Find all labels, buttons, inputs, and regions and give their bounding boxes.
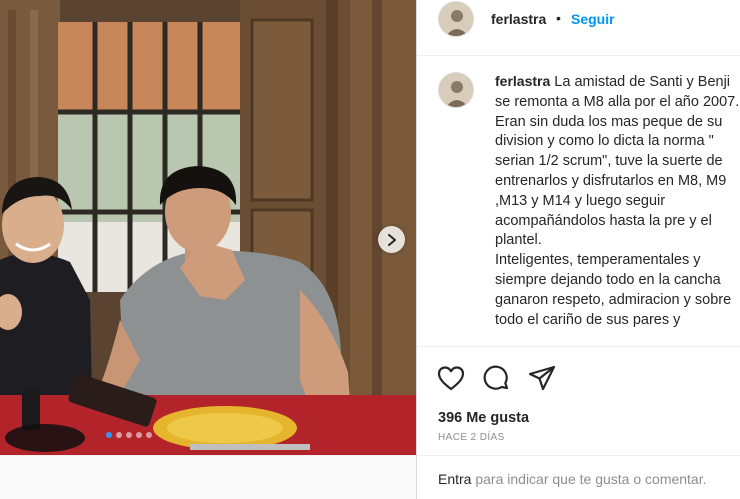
author-username[interactable]: ferlastra <box>491 11 546 27</box>
comment-bubble-icon <box>483 365 509 390</box>
author-avatar[interactable] <box>438 1 474 37</box>
carousel-dot <box>126 432 132 438</box>
action-bar <box>417 346 740 406</box>
carousel-indicator <box>106 432 152 438</box>
likes-count[interactable]: 396 Me gusta <box>438 410 529 426</box>
carousel-dot <box>116 432 122 438</box>
post-header: ferlastra • Seguir <box>417 0 740 56</box>
heart-icon <box>437 366 465 391</box>
chevron-right-icon <box>387 233 396 246</box>
carousel-dot <box>136 432 142 438</box>
carousel-dot <box>106 432 112 438</box>
avatar-image <box>439 73 473 107</box>
caption-text: La amistad de Santi y Benji se remonta a… <box>495 74 740 328</box>
login-prompt-text: para indicar que te gusta o comentar. <box>471 471 707 487</box>
caption-author-avatar[interactable] <box>438 72 474 108</box>
photo-footer-area <box>0 455 416 499</box>
comment-button[interactable] <box>481 363 511 393</box>
post-photo <box>0 0 416 455</box>
share-button[interactable] <box>527 363 557 393</box>
post-side-panel: ferlastra • Seguir ferlastra La amistad … <box>416 0 740 499</box>
paper-plane-icon <box>528 365 556 391</box>
carousel-dot <box>146 432 152 438</box>
avatar-image <box>439 2 473 36</box>
follow-button[interactable]: Seguir <box>571 11 615 27</box>
post-image <box>0 0 416 455</box>
post-timestamp[interactable]: HACE 2 DÍAS <box>438 432 505 443</box>
like-button[interactable] <box>436 363 466 393</box>
add-comment-bar: Entra para indicar que te gusta o coment… <box>417 455 740 499</box>
login-link[interactable]: Entra <box>438 471 471 487</box>
post-caption: ferlastra La amistad de Santi y Benji se… <box>495 72 740 330</box>
next-photo-button[interactable] <box>378 226 405 253</box>
caption-block: ferlastra La amistad de Santi y Benji se… <box>417 56 740 346</box>
header-separator: • <box>556 10 561 26</box>
caption-author-username[interactable]: ferlastra <box>495 73 550 89</box>
login-prompt: Entra para indicar que te gusta o coment… <box>438 471 707 487</box>
